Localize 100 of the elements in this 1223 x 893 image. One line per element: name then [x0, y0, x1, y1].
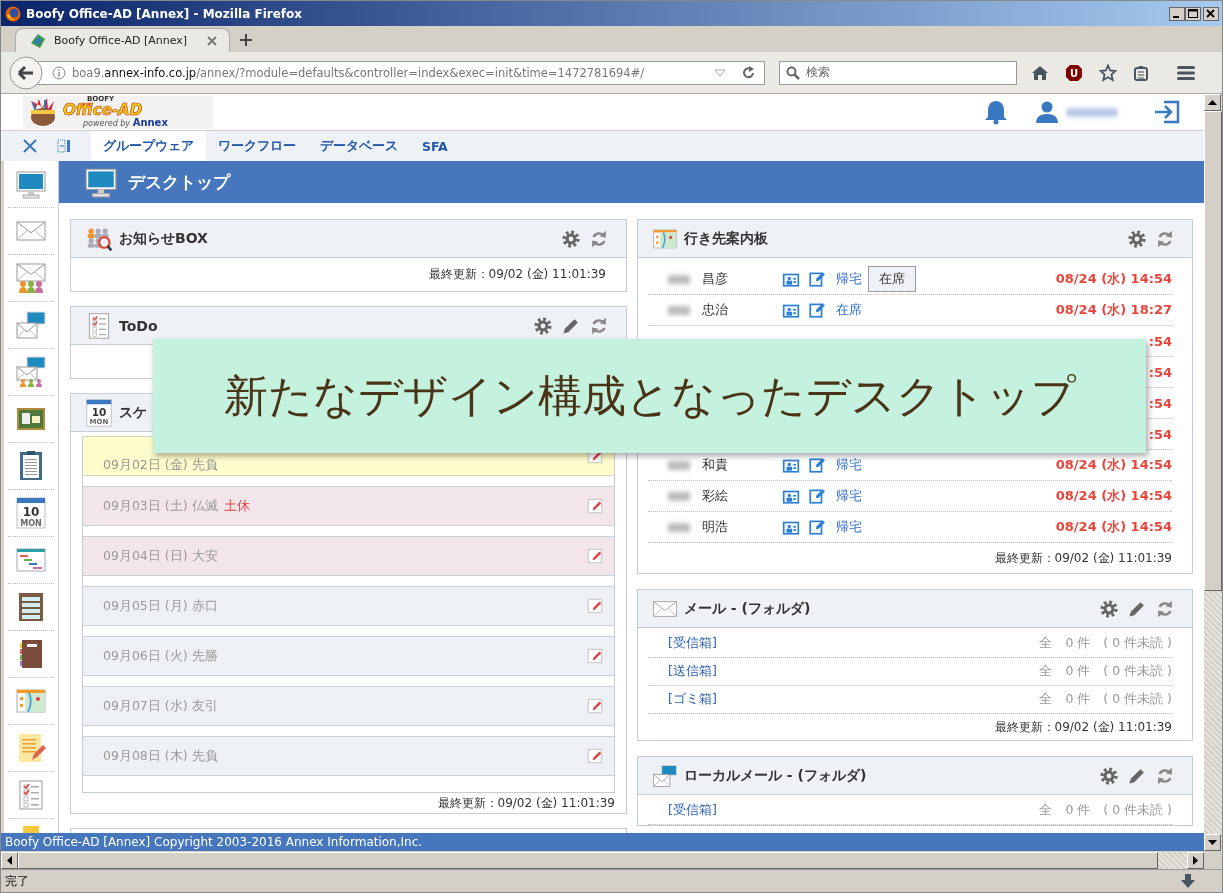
edit-icon[interactable]	[586, 547, 604, 565]
update-time: :54	[1148, 364, 1172, 380]
schedule-row[interactable]: 09月03日 (土) 仏滅 土休	[83, 486, 614, 526]
close-tab-icon[interactable]	[207, 35, 217, 46]
folder-link[interactable]: [受信箱]	[668, 802, 717, 819]
status-link[interactable]: 在席	[836, 301, 862, 319]
status-link[interactable]: 帰宅	[836, 270, 862, 288]
panel-title: ToDo	[119, 317, 158, 334]
schedule-date: 09月06日 (火) 先勝	[103, 647, 218, 665]
monitor-icon[interactable]	[15, 168, 47, 200]
edit-icon[interactable]	[808, 487, 826, 505]
update-time: :54	[1148, 395, 1172, 411]
blurred-user-name	[1066, 107, 1118, 117]
edit-icon[interactable]	[808, 518, 826, 536]
message-count: 全 0 件 ( 0 件未読 )	[1039, 691, 1172, 708]
copyright-bar: Boofy Office-AD [Annex] Copyright 2003-2016 Annex Information,Inc.	[1, 833, 1204, 851]
page-title: デスクトップ	[128, 170, 230, 194]
minimize-button[interactable]	[1169, 6, 1185, 21]
blurred-surname	[668, 491, 690, 501]
scroll-down-icon[interactable]	[1208, 840, 1217, 845]
status-button[interactable]: 在席	[868, 266, 916, 292]
panel-toggle-icon[interactable]	[57, 139, 71, 153]
envelope-people-icon[interactable]	[15, 262, 47, 294]
person-name: 昌彦	[702, 270, 729, 288]
edit-icon[interactable]	[808, 456, 826, 474]
extension-icon[interactable]: U	[1065, 63, 1083, 82]
update-time: 08/24 (水) 14:54	[1055, 518, 1172, 536]
user-icon[interactable]	[1036, 101, 1058, 123]
reading-list-icon[interactable]	[1133, 64, 1149, 81]
search-icon	[786, 65, 800, 80]
close-icon[interactable]	[23, 139, 37, 153]
panel-title: 行き先案内板	[684, 229, 768, 248]
scroll-up-icon[interactable]	[1208, 100, 1217, 105]
close-button[interactable]	[1203, 6, 1219, 21]
back-button[interactable]	[9, 55, 43, 90]
person-name: 明浩	[702, 518, 729, 536]
edit-icon[interactable]	[808, 270, 826, 288]
update-time: 08/24 (水) 18:27	[1055, 301, 1172, 319]
maximize-button[interactable]	[1185, 6, 1201, 21]
vertical-scrollbar[interactable]	[1204, 94, 1222, 851]
schedule-date: 09月03日 (土) 仏滅	[103, 497, 218, 515]
new-tab-icon[interactable]	[240, 34, 252, 46]
panel-title: ローカルメール - (フォルダ)	[684, 766, 867, 785]
scroll-right-icon[interactable]	[1193, 855, 1198, 865]
status-link[interactable]: 帰宅	[836, 456, 862, 474]
settings-icon[interactable]	[532, 314, 554, 337]
scroll-left-icon[interactable]	[7, 855, 12, 865]
blurred-surname	[668, 522, 690, 532]
scrollbar-thumb[interactable]	[1204, 111, 1222, 591]
update-time: 08/24 (水) 14:54	[1055, 270, 1172, 288]
bookmark-star-icon[interactable]	[1099, 63, 1117, 82]
status-link[interactable]: 帰宅	[836, 487, 862, 505]
edit-icon[interactable]	[586, 697, 604, 715]
blurred-surname	[668, 305, 690, 315]
message-count: 全 0 件 ( 0 件未読 )	[1039, 635, 1172, 652]
person-name: 和貴	[702, 456, 729, 474]
edit-icon[interactable]	[586, 497, 604, 515]
envelope-monitor-people-icon[interactable]	[15, 356, 47, 388]
menu-tab[interactable]: グループウェア	[91, 131, 206, 161]
edit-icon[interactable]	[808, 301, 826, 319]
bell-icon[interactable]	[984, 99, 1008, 125]
settings-icon[interactable]	[1126, 227, 1148, 250]
menu-tab[interactable]: ワークフロー	[206, 131, 308, 161]
last-updated: 最終更新：09/02 (金) 11:01:39	[993, 550, 1172, 567]
blurred-surname	[668, 460, 690, 470]
schedule-date: 09月05日 (月) 赤口	[103, 597, 218, 615]
last-updated: 最終更新：09/02 (金) 11:01:39	[993, 719, 1172, 736]
search-field[interactable]: 検索	[779, 60, 1017, 85]
status-text: 完了	[5, 872, 29, 890]
panel-title: メール - (フォルダ)	[684, 599, 811, 618]
update-time: :54	[1148, 333, 1172, 349]
folder-link[interactable]: [送信箱]	[668, 663, 717, 680]
download-icon[interactable]	[1180, 873, 1196, 889]
update-time: 08/24 (水) 14:54	[1055, 456, 1172, 474]
reload-icon[interactable]	[742, 65, 756, 80]
settings-icon[interactable]	[1098, 764, 1120, 787]
edit-icon[interactable]	[586, 597, 604, 615]
home-icon[interactable]	[1031, 64, 1049, 81]
envelope-monitor-icon	[652, 762, 678, 789]
window-title: Boofy Office-AD [Annex] - Mozilla Firefox	[26, 6, 302, 21]
edit-icon[interactable]	[586, 647, 604, 665]
menu-tab[interactable]: データベース	[308, 131, 410, 161]
person-name: 彩絵	[702, 487, 729, 505]
folder-link[interactable]: [受信箱]	[668, 635, 717, 652]
settings-icon[interactable]	[560, 227, 582, 250]
blurred-surname	[668, 274, 690, 284]
edit-icon[interactable]	[586, 747, 604, 765]
info-icon[interactable]	[52, 65, 66, 80]
folder-link[interactable]: [ゴミ箱]	[668, 691, 717, 708]
browser-tab[interactable]: Boofy Office-AD [Annex]	[15, 28, 230, 52]
address-field[interactable]: boa9.annex-info.co.jp/annex/?module=defaults&controller=index&exec=init&time=1472781694#/	[35, 60, 765, 85]
calendar-icon[interactable]: 10 MON	[15, 497, 47, 529]
menu-tab[interactable]: SFA	[410, 131, 460, 161]
status-link[interactable]: 帰宅	[836, 518, 862, 536]
logout-icon[interactable]	[1154, 100, 1180, 124]
last-updated: 最終更新：09/02 (金) 11:01:39	[427, 266, 606, 283]
schedule-date: 09月08日 (木) 先負	[103, 747, 218, 765]
settings-icon[interactable]	[1098, 597, 1120, 620]
envelope-monitor-icon[interactable]	[15, 309, 47, 341]
menu-icon[interactable]	[1177, 65, 1195, 80]
